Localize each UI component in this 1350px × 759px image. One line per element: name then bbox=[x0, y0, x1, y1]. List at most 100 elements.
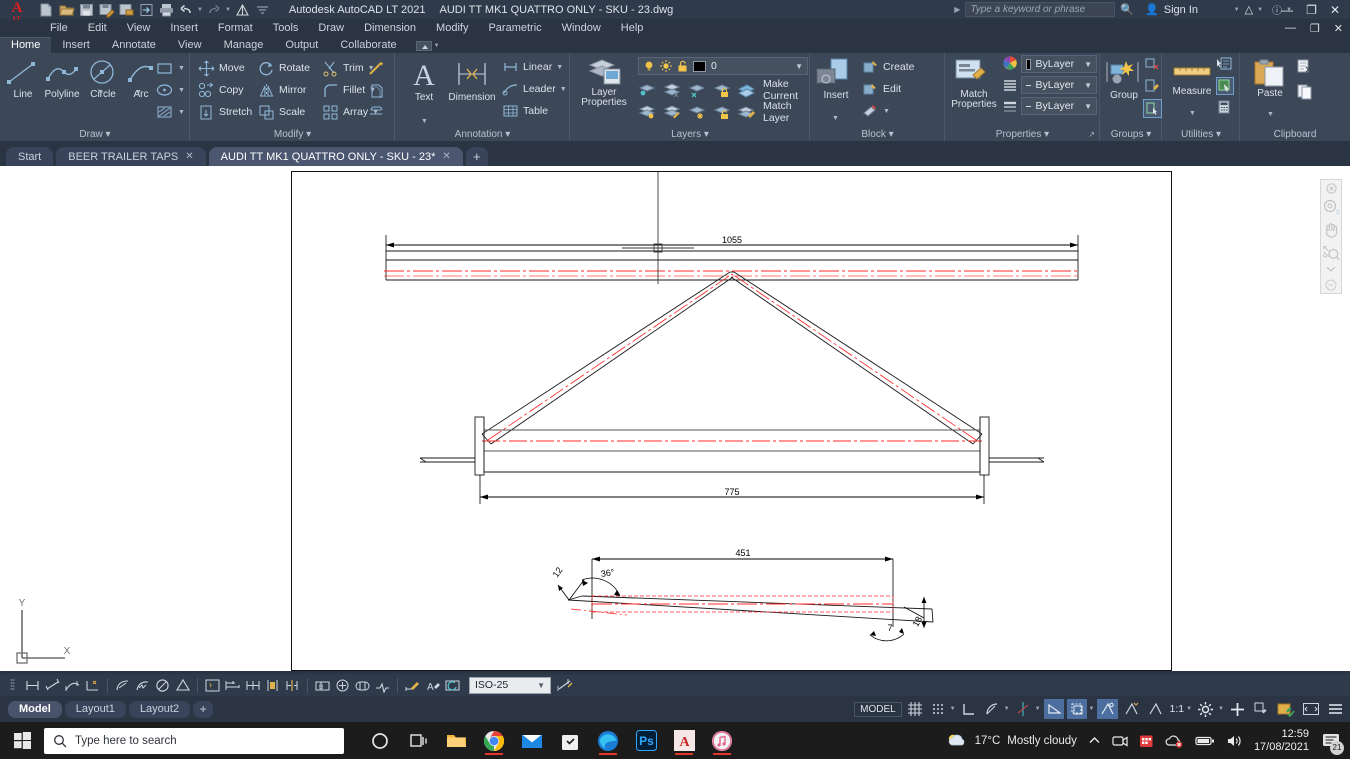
linear-dropdown-icon[interactable]: ▼ bbox=[556, 64, 563, 71]
navbar-orbit-icon[interactable] bbox=[1322, 279, 1340, 291]
cut-icon[interactable] bbox=[1296, 58, 1314, 75]
calendar-red-icon[interactable] bbox=[1139, 733, 1154, 748]
new-icon[interactable] bbox=[38, 2, 55, 18]
minimize-icon[interactable]: — bbox=[1281, 3, 1293, 17]
workspace-icon[interactable] bbox=[234, 2, 251, 18]
block-edit-button[interactable]: Edit bbox=[862, 79, 901, 99]
modify-copy-button[interactable]: Copy bbox=[198, 80, 244, 100]
tolerance-icon[interactable]: ⊞ bbox=[313, 676, 332, 695]
layer-properties-button[interactable]: Layer Properties bbox=[576, 57, 632, 108]
layout-tab-layout2[interactable]: Layout2 bbox=[128, 700, 191, 718]
file-tab-start[interactable]: Start bbox=[6, 147, 54, 166]
modify-stretch-button[interactable]: Stretch bbox=[198, 102, 252, 122]
toolbar-grip[interactable] bbox=[3, 676, 22, 695]
block-attributes-dropdown-icon[interactable]: ▼ bbox=[883, 108, 890, 115]
weather-widget[interactable]: 17°C Mostly cloudy bbox=[946, 732, 1077, 749]
block-attributes-button[interactable]: ▼ bbox=[862, 101, 890, 121]
modify-3d-array-button[interactable] bbox=[368, 102, 385, 122]
copy-clip-icon[interactable] bbox=[1296, 83, 1314, 100]
photoshop-icon[interactable]: Ps bbox=[634, 726, 658, 756]
layer-unlock-icon[interactable] bbox=[713, 104, 730, 120]
menu-draw[interactable]: Draw bbox=[308, 19, 354, 37]
search-expand-icon[interactable]: ▶ bbox=[954, 5, 960, 14]
tab-insert[interactable]: Insert bbox=[51, 38, 101, 53]
add-icon[interactable] bbox=[1227, 699, 1248, 719]
task-view-icon[interactable] bbox=[406, 726, 430, 756]
measure-dropdown-icon[interactable]: ▼ bbox=[1189, 110, 1196, 117]
match-layer-icon[interactable] bbox=[738, 104, 755, 120]
object-color-swatch[interactable] bbox=[1026, 58, 1031, 70]
properties-dialog-launcher-icon[interactable]: ↗ bbox=[1088, 130, 1095, 139]
unlock-icon[interactable] bbox=[677, 60, 688, 72]
ellipse-dropdown-icon[interactable]: ▼ bbox=[178, 87, 185, 94]
dimension-style-caret-icon[interactable]: ▼ bbox=[537, 681, 545, 690]
annotation-dimension-button[interactable]: Dimension bbox=[441, 57, 503, 103]
hatch-dropdown-icon[interactable]: ▼ bbox=[178, 109, 185, 116]
panel-modify-title[interactable]: Modify ▾ bbox=[190, 129, 395, 140]
menu-window[interactable]: Window bbox=[552, 19, 611, 37]
otrack-icon[interactable] bbox=[1013, 699, 1033, 719]
close-icon[interactable]: ✕ bbox=[1330, 3, 1340, 17]
ribbon-display-caret-icon[interactable]: ▼ bbox=[434, 43, 440, 49]
taskbar-clock[interactable]: 12:59 17/08/2021 bbox=[1254, 728, 1309, 754]
taskbar-search-box[interactable]: Type here to search bbox=[44, 727, 344, 754]
save-as-icon[interactable] bbox=[98, 2, 115, 18]
start-button[interactable] bbox=[0, 722, 44, 759]
modify-offset-button[interactable] bbox=[368, 80, 385, 100]
paste-dropdown-icon[interactable]: ▼ bbox=[1267, 111, 1274, 118]
hardware-acceleration-icon[interactable] bbox=[1275, 699, 1297, 719]
user-avatar-icon[interactable]: 👤 bbox=[1145, 3, 1159, 16]
draw-rectangle-button[interactable]: ▼ bbox=[155, 58, 185, 78]
dimension-style-combo[interactable]: ISO-25 ▼ bbox=[469, 676, 551, 694]
autocad-icon[interactable]: A bbox=[672, 726, 696, 756]
leader-dropdown-icon[interactable]: ▼ bbox=[560, 86, 567, 93]
annotation-text-button[interactable]: A Text bbox=[403, 57, 445, 103]
annotation-linear-button[interactable]: Linear ▼ bbox=[502, 57, 563, 77]
annotation-scale-caret-icon[interactable]: ▼ bbox=[1186, 706, 1192, 712]
group-button[interactable]: Group bbox=[1102, 59, 1146, 101]
object-color-caret-icon[interactable]: ▼ bbox=[1084, 60, 1092, 69]
arc-length-dimension-icon[interactable] bbox=[63, 676, 82, 695]
file-tab-audi-tt[interactable]: AUDI TT MK1 QUATTRO ONLY - SKU - 23* ✕ bbox=[208, 147, 463, 166]
draw-hatch-button[interactable]: ▼ bbox=[155, 102, 185, 122]
edge-icon[interactable] bbox=[596, 726, 620, 756]
group-edit-icon[interactable] bbox=[1144, 78, 1160, 94]
arc-dropdown-icon[interactable]: ▼ bbox=[135, 89, 142, 96]
dimension-space-icon[interactable] bbox=[263, 676, 282, 695]
battery-icon[interactable] bbox=[1195, 735, 1215, 747]
tab-collaborate[interactable]: Collaborate bbox=[329, 38, 407, 53]
otrack-dropdown-icon[interactable]: ▼ bbox=[1035, 706, 1041, 712]
drawing-sheet[interactable]: 1055 775 451 36° 12 18 7 bbox=[291, 171, 1172, 671]
layer-unisolate-icon[interactable] bbox=[663, 104, 680, 120]
insert-dropdown-icon[interactable]: ▼ bbox=[832, 115, 839, 122]
layer-lock-icon[interactable] bbox=[713, 82, 730, 98]
menu-insert[interactable]: Insert bbox=[160, 19, 208, 37]
modify-rotate-button[interactable]: Rotate bbox=[258, 58, 310, 78]
onedrive-offline-icon[interactable] bbox=[1165, 734, 1184, 748]
dimension-break-icon[interactable] bbox=[283, 676, 302, 695]
zoom-extents-icon[interactable] bbox=[1322, 243, 1340, 260]
aligned-dimension-icon[interactable] bbox=[43, 676, 62, 695]
isolate-objects-icon[interactable] bbox=[1251, 699, 1272, 719]
ungroup-icon[interactable] bbox=[1144, 56, 1160, 72]
new-document-tab-button[interactable]: + bbox=[465, 147, 488, 166]
export-icon[interactable] bbox=[138, 2, 155, 18]
ribbon-restore-icon[interactable]: ❐ bbox=[1310, 22, 1320, 35]
layer-combo-caret-icon[interactable]: ▼ bbox=[795, 62, 803, 71]
quick-calculator-icon[interactable] bbox=[1216, 99, 1232, 115]
layer-off-icon[interactable] bbox=[688, 82, 705, 98]
layer-thaw-icon[interactable] bbox=[688, 104, 705, 120]
ribbon-minimize-icon[interactable]: — bbox=[1285, 22, 1296, 34]
osnap-icon[interactable] bbox=[1097, 699, 1119, 719]
itunes-icon[interactable] bbox=[710, 726, 734, 756]
color-wheel-icon[interactable] bbox=[1003, 56, 1017, 70]
panel-groups-title[interactable]: Groups ▾ bbox=[1100, 129, 1162, 140]
open-icon[interactable] bbox=[58, 2, 75, 18]
grid-icon[interactable] bbox=[905, 699, 925, 719]
diameter-dimension-icon[interactable] bbox=[153, 676, 172, 695]
block-create-button[interactable]: Create bbox=[862, 57, 915, 77]
rectangle-dropdown-icon[interactable]: ▼ bbox=[178, 65, 185, 72]
panel-layers-title[interactable]: Layers ▾ bbox=[570, 129, 810, 140]
redo-dropdown-icon[interactable]: ▼ bbox=[225, 7, 231, 13]
quick-dimension-icon[interactable] bbox=[203, 676, 222, 695]
